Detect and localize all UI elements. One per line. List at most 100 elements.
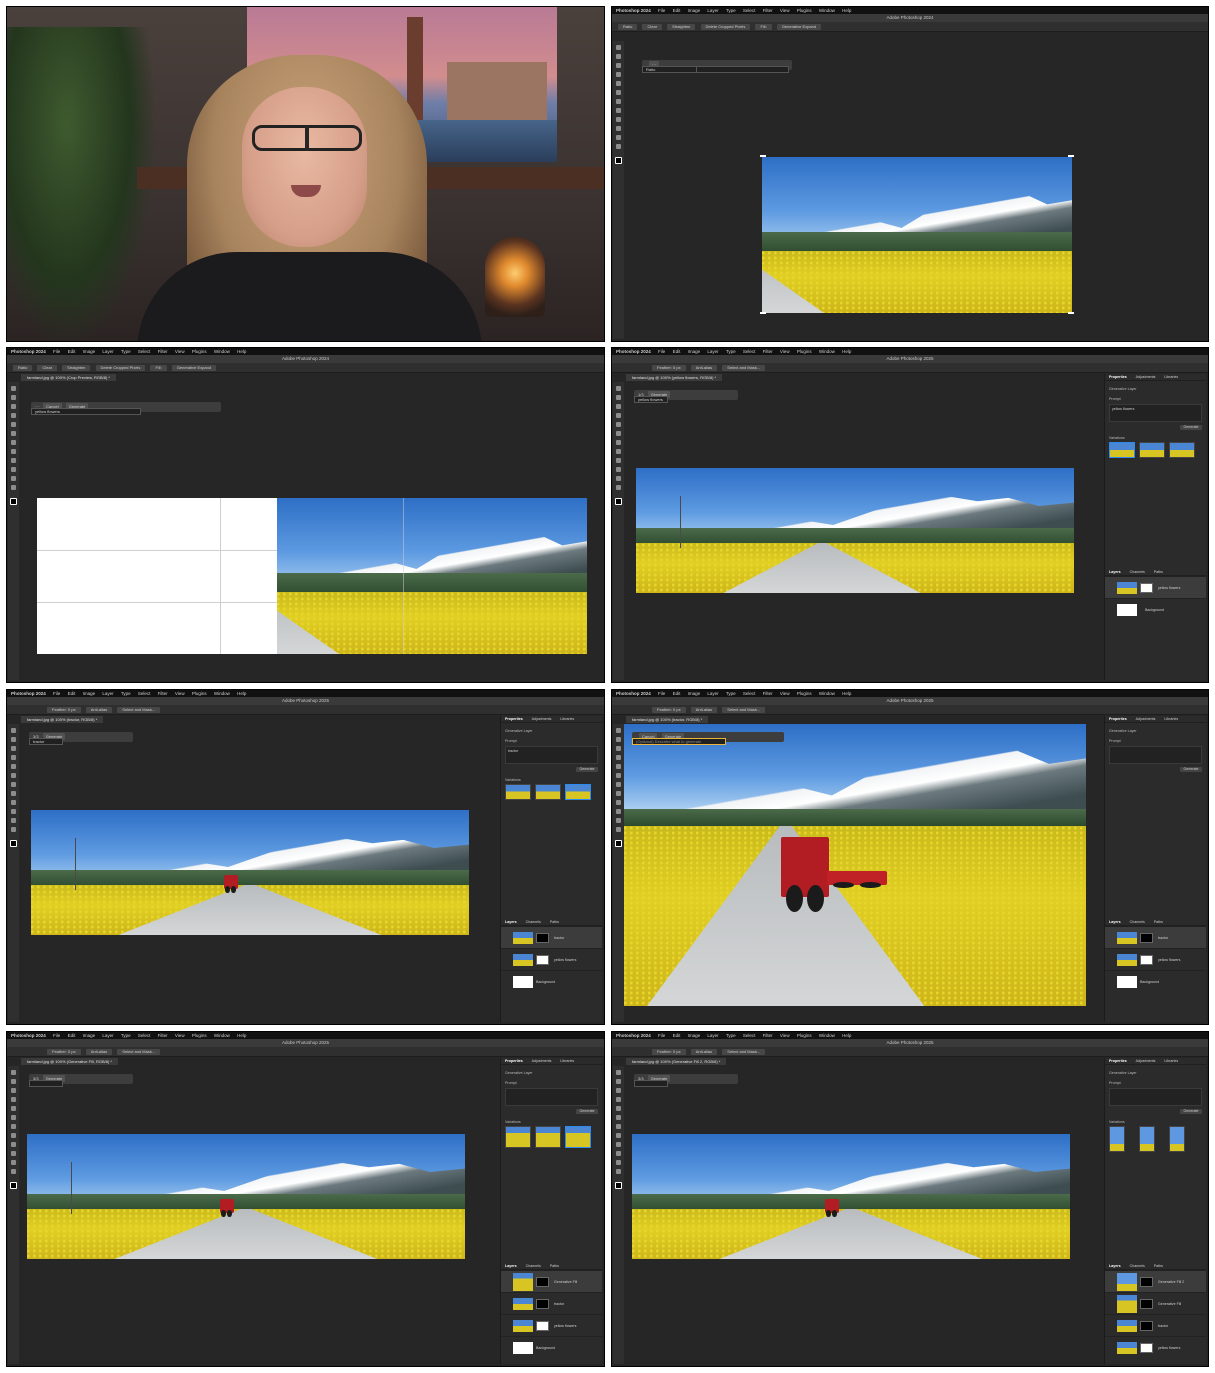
eyedropper-tool-icon[interactable] [616, 1106, 621, 1111]
zoom-tool-icon[interactable] [11, 827, 16, 832]
anti-alias-checkbox[interactable]: Anti-alias [690, 1049, 718, 1055]
layer-row[interactable]: yellow flowers [501, 948, 602, 970]
panel-generate-button[interactable]: Generate [1180, 425, 1202, 430]
menu-type[interactable]: Type [726, 1033, 736, 1038]
menu-file[interactable]: File [658, 691, 665, 696]
menu-plugins[interactable]: Plugins [192, 1033, 207, 1038]
menu-window[interactable]: Window [214, 1033, 230, 1038]
menu-plugins[interactable]: Plugins [192, 349, 207, 354]
clear-button[interactable]: Clear [37, 365, 58, 371]
menu-file[interactable]: File [53, 349, 60, 354]
prompt-input[interactable]: tractor [29, 738, 63, 745]
tab-adjustments[interactable]: Adjustments [532, 1059, 552, 1063]
menu-help[interactable]: Help [842, 349, 851, 354]
type-tool-icon[interactable] [616, 126, 621, 131]
menu-layer[interactable]: Layer [707, 691, 718, 696]
prompt-input[interactable]: (Optional) Describe what to generate [632, 738, 726, 745]
variation-thumb[interactable] [1109, 442, 1135, 458]
feather-field[interactable]: Feather: 0 px [47, 707, 81, 713]
zoom-tool-icon[interactable] [616, 485, 621, 490]
tab-libraries[interactable]: Libraries [1164, 375, 1178, 379]
tab-paths[interactable]: Paths [1154, 1264, 1163, 1268]
marquee-tool-icon[interactable] [616, 1079, 621, 1084]
menu-filter[interactable]: Filter [158, 1033, 168, 1038]
menu-filter[interactable]: Filter [158, 349, 168, 354]
move-tool-icon[interactable] [616, 1070, 621, 1075]
move-tool-icon[interactable] [11, 1070, 16, 1075]
layer-row[interactable]: yellow flowers [1105, 948, 1206, 970]
panel-generate-button[interactable]: Generate [1180, 767, 1202, 772]
tab-layers[interactable]: Layers [1109, 1264, 1121, 1268]
menu-view[interactable]: View [780, 691, 790, 696]
layer-row[interactable]: Generative Fill [1105, 1292, 1206, 1314]
brush-tool-icon[interactable] [11, 431, 16, 436]
eraser-tool-icon[interactable] [616, 99, 621, 104]
eraser-tool-icon[interactable] [616, 440, 621, 445]
menu-select[interactable]: Select [743, 1033, 756, 1038]
eyedropper-tool-icon[interactable] [11, 422, 16, 427]
marquee-tool-icon[interactable] [616, 395, 621, 400]
app-menu[interactable]: Photoshop 2024 [616, 349, 651, 354]
menu-image[interactable]: Image [688, 1033, 701, 1038]
layer-row[interactable]: tractor [1105, 926, 1206, 948]
hand-tool-icon[interactable] [616, 818, 621, 823]
select-and-mask-button[interactable]: Select and Mask... [722, 1049, 766, 1055]
pen-tool-icon[interactable] [616, 800, 621, 805]
menu-filter[interactable]: Filter [763, 1033, 773, 1038]
menu-image[interactable]: Image [688, 8, 701, 13]
menu-window[interactable]: Window [819, 691, 835, 696]
straighten-tool[interactable]: Straighten [62, 365, 91, 371]
menu-window[interactable]: Window [819, 349, 835, 354]
menu-view[interactable]: View [780, 8, 790, 13]
variation-thumb[interactable] [505, 784, 531, 800]
lasso-tool-icon[interactable] [11, 1088, 16, 1093]
menu-window[interactable]: Window [819, 8, 835, 13]
zoom-tool-icon[interactable] [616, 1169, 621, 1174]
gradient-tool-icon[interactable] [616, 449, 621, 454]
crop-tool-icon[interactable] [11, 1097, 16, 1102]
variation-thumb[interactable] [1169, 442, 1195, 458]
eyedropper-tool-icon[interactable] [11, 764, 16, 769]
panel-generate-button[interactable]: Generate [576, 767, 598, 772]
move-tool-icon[interactable] [11, 728, 16, 733]
menu-image[interactable]: Image [83, 1033, 96, 1038]
eraser-tool-icon[interactable] [11, 440, 16, 445]
eyedropper-tool-icon[interactable] [616, 764, 621, 769]
menu-file[interactable]: File [53, 691, 60, 696]
variation-thumb[interactable] [505, 1126, 531, 1148]
zoom-tool-icon[interactable] [616, 827, 621, 832]
brush-tool-icon[interactable] [616, 773, 621, 778]
menu-view[interactable]: View [780, 349, 790, 354]
menu-select[interactable]: Select [138, 1033, 151, 1038]
menu-plugins[interactable]: Plugins [797, 691, 812, 696]
menu-filter[interactable]: Filter [763, 691, 773, 696]
move-tool-icon[interactable] [616, 728, 621, 733]
lasso-tool-icon[interactable] [616, 1088, 621, 1093]
document-tab[interactable]: farmland.jpg @ 100% (tractor, RGB/8) * [21, 716, 104, 723]
marquee-tool-icon[interactable] [616, 737, 621, 742]
tab-layers[interactable]: Layers [505, 1264, 517, 1268]
crop-handle[interactable] [1068, 155, 1074, 157]
menu-layer[interactable]: Layer [707, 8, 718, 13]
document-tab[interactable]: farmland.jpg @ 100% (Crop Preview, RGB/8… [21, 374, 116, 381]
gradient-tool-icon[interactable] [616, 1133, 621, 1138]
layer-row[interactable]: yellow flowers [1105, 576, 1206, 598]
menu-help[interactable]: Help [842, 8, 851, 13]
variation-thumb[interactable] [565, 784, 591, 800]
menu-image[interactable]: Image [83, 691, 96, 696]
menu-filter[interactable]: Filter [763, 8, 773, 13]
tab-channels[interactable]: Channels [1130, 570, 1145, 574]
tab-channels[interactable]: Channels [1130, 920, 1145, 924]
prompt-textarea[interactable]: yellow flowers [1109, 404, 1202, 422]
brush-tool-icon[interactable] [11, 1115, 16, 1120]
tab-channels[interactable]: Channels [526, 920, 541, 924]
menu-edit[interactable]: Edit [68, 1033, 76, 1038]
layer-row[interactable]: tractor [501, 926, 602, 948]
variation-thumb[interactable] [1139, 442, 1165, 458]
lasso-tool-icon[interactable] [11, 404, 16, 409]
menu-plugins[interactable]: Plugins [797, 8, 812, 13]
tab-layers[interactable]: Layers [1109, 920, 1121, 924]
feather-field[interactable]: Feather: 0 px [652, 707, 686, 713]
menu-file[interactable]: File [658, 349, 665, 354]
crop-handle[interactable] [1068, 312, 1074, 314]
